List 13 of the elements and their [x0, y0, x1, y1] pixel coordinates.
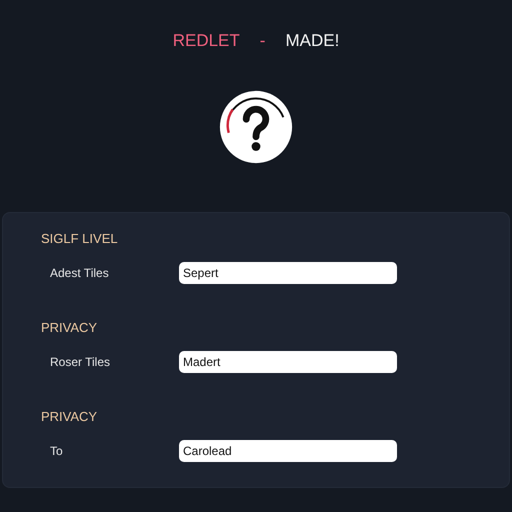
- help-icon: [217, 88, 295, 166]
- section-heading: PRIVACY: [41, 320, 98, 336]
- input-field[interactable]: Madert: [179, 351, 397, 373]
- field-label: Roser Tiles: [50, 355, 112, 369]
- app-title: -: [260, 31, 266, 51]
- app-title: MADE!: [285, 31, 340, 51]
- field-label: To: [50, 444, 64, 458]
- field-label: Adest Tiles: [50, 266, 110, 280]
- app-title: REDLET: [172, 31, 240, 51]
- input-field[interactable]: Carolead: [179, 440, 397, 462]
- section-heading: SIGLF LIVEL: [41, 231, 119, 247]
- input-field[interactable]: Sepert: [179, 262, 397, 284]
- section-heading: PRIVACY: [41, 409, 98, 425]
